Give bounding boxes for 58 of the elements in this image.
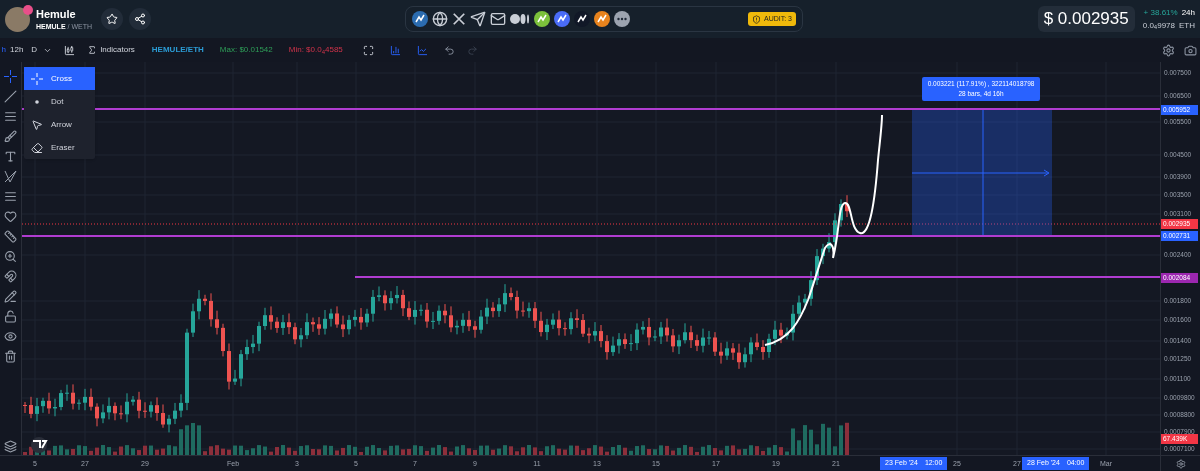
min-price: Min: $0.0$_{4}$4585 (288, 44, 343, 56)
magnet-icon[interactable] (4, 270, 17, 283)
cursor-arrow-icon (31, 118, 43, 131)
lines-icon[interactable] (4, 110, 17, 123)
star-icon (106, 13, 118, 25)
zoom-in-icon[interactable] (4, 250, 17, 263)
timeframe-tab[interactable]: 12h (6, 44, 28, 56)
medium-logo-icon[interactable] (510, 13, 530, 25)
layers-icon[interactable] (4, 440, 17, 453)
x-logo-icon[interactable] (452, 12, 466, 26)
line-icon[interactable] (4, 90, 17, 103)
period-label: 24h (1181, 8, 1195, 17)
timeframe-tab[interactable]: h (0, 44, 6, 56)
eth-price: 0.0$_{4}$9978 (1142, 21, 1175, 30)
timeframe-tab[interactable]: D (27, 44, 42, 56)
eth-unit: ETH (1179, 21, 1195, 30)
price-display: $ 0.002935 (1037, 6, 1135, 32)
function-icon (87, 45, 98, 55)
share-icon (134, 13, 146, 25)
shield-icon (752, 14, 761, 24)
badge-icon (23, 4, 33, 15)
paper-plane-icon[interactable] (470, 11, 486, 27)
settings-icon[interactable] (1175, 458, 1186, 469)
undo-icon[interactable] (443, 44, 455, 56)
pair-label: HEMULE/ETH (151, 44, 204, 56)
lines-icon[interactable] (4, 190, 17, 203)
tradingview-logo-icon (31, 437, 48, 453)
brush-icon[interactable] (4, 130, 17, 143)
eraser-icon (31, 141, 43, 154)
horizontal-line[interactable] (22, 108, 1160, 110)
ruler-icon[interactable] (4, 230, 17, 243)
settings-icon[interactable] (1162, 43, 1175, 57)
pattern-icon[interactable] (4, 170, 17, 183)
globe-icon[interactable] (432, 11, 448, 27)
cursor-menu-item[interactable]: Arrow (24, 113, 95, 136)
more-icon[interactable] (614, 11, 630, 27)
cursor-menu-item[interactable]: Eraser (24, 136, 95, 159)
crosshair-icon (31, 72, 43, 85)
eye-icon[interactable] (4, 330, 17, 343)
line-chart-icon[interactable] (416, 44, 428, 56)
heart-icon[interactable] (4, 210, 17, 223)
share-button[interactable] (129, 8, 151, 30)
max-price: Max: $0.01542 (219, 44, 273, 56)
mail-icon[interactable] (490, 11, 506, 27)
price-change: + 38.61% (1143, 8, 1178, 17)
candles-icon[interactable] (64, 44, 76, 56)
crosshair-icon[interactable] (4, 70, 17, 83)
token-name: Hemule (36, 8, 77, 20)
trash-icon[interactable] (4, 350, 17, 363)
cursor-menu-item[interactable]: Cross (24, 67, 95, 90)
lock-icon[interactable] (4, 310, 17, 323)
cursor-menu-item[interactable]: Dot (24, 90, 95, 113)
camera-icon[interactable] (1184, 43, 1197, 57)
fullscreen-icon[interactable] (362, 44, 374, 56)
indicators-button[interactable]: Indicators (87, 44, 135, 56)
text-icon[interactable] (4, 150, 17, 163)
favorite-button[interactable] (101, 8, 123, 30)
avatar (5, 6, 30, 32)
